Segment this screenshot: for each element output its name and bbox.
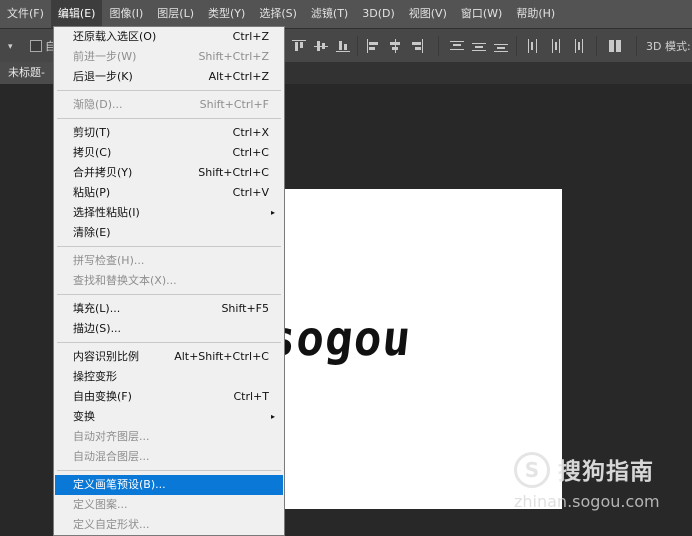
watermark: S 搜狗指南 zhinan.sogou.com: [514, 448, 692, 518]
menu-item-cut[interactable]: 剪切(T) Ctrl+X: [55, 123, 283, 143]
menu-item-step-backward[interactable]: 后退一步(K) Alt+Ctrl+Z: [55, 67, 283, 87]
menu-edit[interactable]: 编辑(E): [50, 0, 103, 28]
menu-item-content-aware-scale[interactable]: 内容识别比例 Alt+Shift+Ctrl+C: [55, 347, 283, 367]
menu-item-fill[interactable]: 填充(L)... Shift+F5: [55, 299, 283, 319]
auto-select-checkbox[interactable]: [30, 40, 42, 52]
submenu-arrow-icon: ▸: [270, 412, 275, 421]
submenu-arrow-icon: ▸: [270, 208, 275, 217]
sogou-logo-icon: S: [514, 452, 550, 488]
menu-type[interactable]: 类型(Y): [201, 0, 252, 28]
document-tab[interactable]: 未标题-: [0, 62, 60, 84]
align-bottom-icon[interactable]: [336, 39, 350, 53]
menu-item-define-brush-preset[interactable]: 定义画笔预设(B)...: [55, 475, 283, 495]
menu-item-define-custom-shape[interactable]: 定义自定形状...: [55, 515, 283, 535]
menu-item-find-replace[interactable]: 查找和替换文本(X)...: [55, 271, 283, 291]
align-right-icon[interactable]: [410, 39, 424, 53]
canvas-text: sogou: [282, 309, 415, 367]
menu-item-transform[interactable]: 变换 ▸: [55, 407, 283, 427]
3d-mode-label: 3D 模式:: [646, 40, 691, 53]
watermark-title: 搜狗指南: [558, 459, 654, 485]
menu-item-step-forward[interactable]: 前进一步(W) Shift+Ctrl+Z: [55, 47, 283, 67]
menu-bar: 文件(F) 编辑(E) 图像(I) 图层(L) 类型(Y) 选择(S) 滤镜(T…: [0, 0, 692, 28]
menu-item-define-pattern[interactable]: 定义图案...: [55, 495, 283, 515]
align-top-icon[interactable]: [292, 39, 306, 53]
align-left-icon[interactable]: [366, 39, 380, 53]
menu-item-free-transform[interactable]: 自由变换(F) Ctrl+T: [55, 387, 283, 407]
align-vcenter-icon[interactable]: [314, 39, 328, 53]
distribute-top-icon[interactable]: [450, 39, 464, 53]
menu-item-stroke[interactable]: 描边(S)...: [55, 319, 283, 339]
menu-item-spell-check[interactable]: 拼写检查(H)...: [55, 251, 283, 271]
auto-align-layers-icon[interactable]: [608, 39, 622, 53]
menu-file[interactable]: 文件(F): [0, 0, 51, 28]
menu-item-clear[interactable]: 清除(E): [55, 223, 283, 243]
menu-select[interactable]: 选择(S): [252, 0, 304, 28]
menu-layer[interactable]: 图层(L): [150, 0, 201, 28]
menu-item-paste-special[interactable]: 选择性粘贴(I) ▸: [55, 203, 283, 223]
tool-preset-dropdown[interactable]: ▾: [8, 42, 13, 52]
distribute-vcenter-icon[interactable]: [472, 39, 486, 53]
menu-item-copy[interactable]: 拷贝(C) Ctrl+C: [55, 143, 283, 163]
menu-image[interactable]: 图像(I): [102, 0, 150, 28]
menu-help[interactable]: 帮助(H): [509, 0, 562, 28]
menu-filter[interactable]: 滤镜(T): [304, 0, 355, 28]
menu-3d[interactable]: 3D(D): [355, 0, 402, 28]
menu-item-undo[interactable]: 还原载入选区(O) Ctrl+Z: [55, 27, 283, 47]
edit-menu-dropdown: 还原载入选区(O) Ctrl+Z 前进一步(W) Shift+Ctrl+Z 后退一步…: [53, 26, 285, 536]
menu-item-auto-blend-layers[interactable]: 自动混合图层...: [55, 447, 283, 467]
watermark-url: zhinan.sogou.com: [514, 492, 660, 511]
menu-item-puppet-warp[interactable]: 操控变形: [55, 367, 283, 387]
distribute-bottom-icon[interactable]: [494, 39, 508, 53]
align-hcenter-icon[interactable]: [388, 39, 402, 53]
menu-item-fade[interactable]: 渐隐(D)... Shift+Ctrl+F: [55, 95, 283, 115]
distribute-hcenter-icon[interactable]: [548, 39, 562, 53]
menu-window[interactable]: 窗口(W): [454, 0, 509, 28]
menu-item-copy-merged[interactable]: 合并拷贝(Y) Shift+Ctrl+C: [55, 163, 283, 183]
menu-item-auto-align-layers[interactable]: 自动对齐图层...: [55, 427, 283, 447]
distribute-right-icon[interactable]: [570, 39, 584, 53]
menu-item-paste[interactable]: 粘贴(P) Ctrl+V: [55, 183, 283, 203]
menu-view[interactable]: 视图(V): [402, 0, 454, 28]
distribute-left-icon[interactable]: [526, 39, 540, 53]
